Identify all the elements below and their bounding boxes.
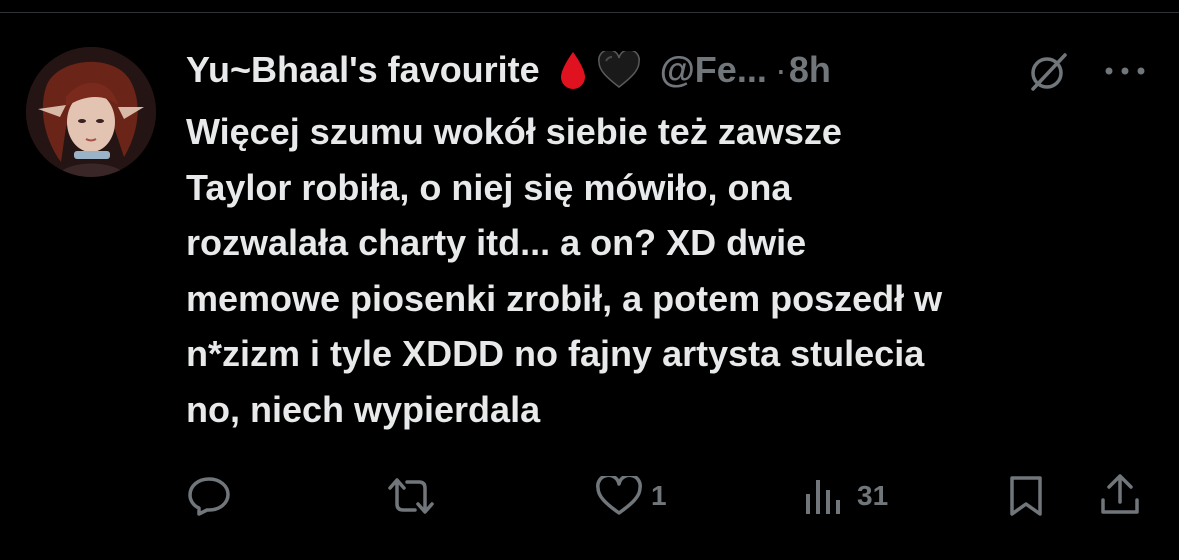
tweet-text-line: Więcej szumu wokół siebie też zawsze — [186, 111, 842, 152]
tweet-header: Yu~Bhaal's favourite @Fe... · 8h — [186, 44, 831, 96]
repost-button[interactable] — [386, 476, 444, 516]
like-button[interactable]: 1 — [595, 476, 667, 516]
action-bar: 1 31 — [0, 470, 1179, 520]
views-count: 31 — [857, 480, 889, 511]
tweet-text-line: rozwalała charty itd... a on? XD dwie — [186, 222, 807, 263]
bookmark-button[interactable] — [1006, 474, 1046, 518]
separator-dot: · — [774, 49, 787, 90]
views-icon — [806, 480, 840, 514]
like-count: 1 — [651, 480, 667, 511]
views-button[interactable]: 31 — [803, 476, 888, 516]
more-options-icon[interactable] — [1100, 58, 1150, 84]
heart-icon — [596, 476, 642, 515]
repost-icon — [388, 478, 434, 514]
reply-button[interactable] — [186, 474, 240, 516]
display-name[interactable]: Yu~Bhaal's favourite — [186, 49, 540, 91]
top-divider — [0, 12, 1179, 13]
avatar[interactable] — [26, 47, 156, 177]
tweet-text-line: no, niech wypierdala — [186, 388, 541, 430]
tweet-text-line: n*zizm i tyle XDDD no fajny artysta stul… — [186, 333, 925, 374]
blood-drop-icon — [558, 50, 588, 90]
share-icon — [1101, 474, 1139, 514]
tweet-text: Więcej szumu wokół siebie też zawsze Tay… — [186, 104, 1156, 437]
handle[interactable]: @Fe... — [660, 49, 767, 91]
timestamp[interactable]: 8h — [789, 49, 831, 91]
tweet-text-line: memowe piosenki zrobił, a potem poszedł … — [186, 277, 943, 319]
bookmark-icon — [1010, 476, 1042, 516]
avatar-image — [26, 47, 156, 177]
grok-icon[interactable] — [1027, 51, 1069, 93]
share-button[interactable] — [1098, 472, 1142, 518]
black-heart-icon — [597, 51, 640, 89]
tweet-text-line: Taylor robiła, o niej się mówiło, ona — [186, 166, 792, 208]
reply-icon — [188, 477, 230, 516]
